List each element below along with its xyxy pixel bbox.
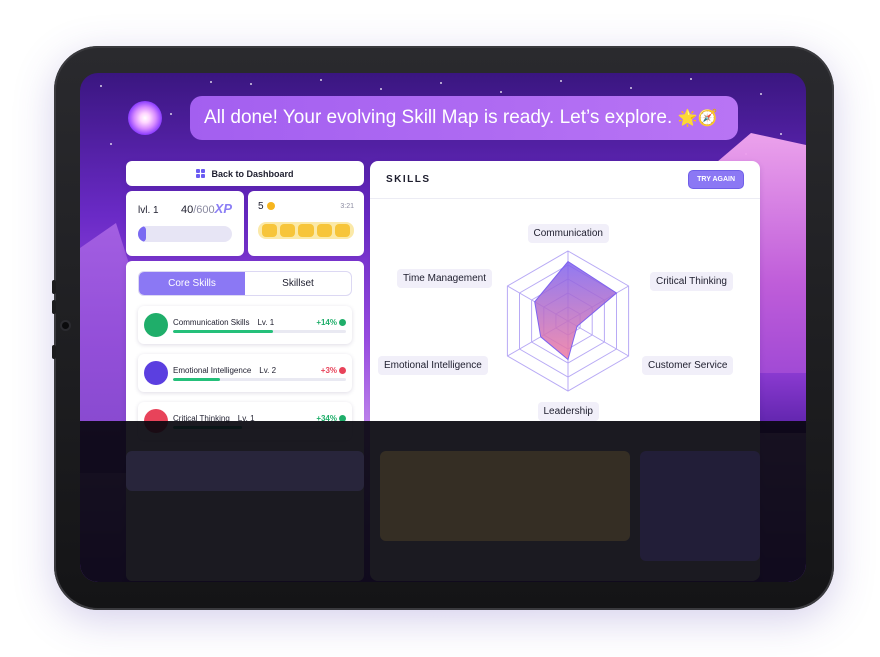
level-card: lvl. 1 40/600XP bbox=[126, 191, 244, 256]
tablet-side-button bbox=[52, 300, 56, 314]
skills-tabs: Core Skills Skillset bbox=[138, 271, 352, 296]
skill-list-item[interactable]: Emotional Intelligence Lv. 2 +3% bbox=[138, 354, 352, 392]
skill-items: Communication Skills Lv. 1 +14% Emotional I… bbox=[138, 306, 352, 440]
chart-title: SKILLS bbox=[386, 174, 431, 185]
skill-progress-bar bbox=[173, 329, 346, 333]
back-to-dashboard-button[interactable]: Back to Dashboard bbox=[126, 161, 364, 186]
coin-icon bbox=[266, 202, 275, 211]
tablet-side-button bbox=[52, 280, 56, 294]
communication-icon bbox=[144, 313, 168, 337]
skill-progress-bar bbox=[173, 377, 346, 381]
radar-axis-label: Critical Thinking bbox=[650, 271, 733, 291]
skill-delta: +14% bbox=[316, 317, 337, 327]
skill-name-wrap: Emotional Intelligence Lv. 2 bbox=[173, 366, 276, 375]
radar-axis-label: Emotional Intelligence bbox=[378, 355, 488, 375]
skill-row: Communication Skills Lv. 1 +14% bbox=[173, 318, 346, 327]
xp-current: 40 bbox=[180, 204, 194, 216]
xp-progress-bar bbox=[138, 226, 232, 242]
skill-name: Emotional Intelligence bbox=[173, 365, 252, 375]
trend-up-icon bbox=[339, 318, 346, 326]
skill-level: Lv. 1 bbox=[257, 317, 275, 327]
assistant-message: All done! Your evolving Skill Map is rea… bbox=[190, 96, 738, 140]
xp-max: /600 bbox=[193, 204, 215, 216]
xp-counter: 40/600XP bbox=[181, 201, 232, 216]
emotional-intelligence-icon bbox=[144, 361, 168, 385]
skill-delta-wrap: +3% bbox=[321, 366, 346, 375]
skill-list-item[interactable]: Communication Skills Lv. 1 +14% bbox=[138, 306, 352, 344]
streak-count: 5 bbox=[258, 201, 264, 212]
skill-progress-fill bbox=[173, 329, 274, 333]
radar-axis-label: Time Management bbox=[397, 268, 492, 288]
stage: All done! Your evolving Skill Map is rea… bbox=[0, 0, 880, 657]
tab-skillset[interactable]: Skillset bbox=[245, 272, 351, 295]
skill-body: Communication Skills Lv. 1 +14% bbox=[173, 318, 346, 333]
skill-body: Emotional Intelligence Lv. 2 +3% bbox=[173, 366, 346, 381]
assistant-message-text: All done! Your evolving Skill Map is rea… bbox=[204, 107, 673, 128]
streak-day bbox=[262, 224, 278, 237]
tablet-camera bbox=[62, 322, 69, 329]
streak-card: 5 3:21 bbox=[248, 191, 364, 256]
tab-core-skills[interactable]: Core Skills bbox=[139, 272, 245, 295]
streak-days-bar bbox=[258, 222, 354, 239]
try-again-button[interactable]: TRY AGAIN bbox=[688, 170, 744, 189]
skill-delta: +3% bbox=[320, 365, 337, 375]
trend-down-icon bbox=[339, 366, 346, 374]
xp-unit: XP bbox=[214, 201, 232, 216]
streak-time: 3:21 bbox=[340, 203, 354, 210]
back-to-dashboard-label: Back to Dashboard bbox=[211, 168, 294, 179]
skill-level: Lv. 2 bbox=[259, 365, 277, 375]
tablet-side-button bbox=[52, 345, 56, 359]
radar-axis-label: Communication bbox=[527, 223, 609, 243]
streak-day bbox=[334, 224, 351, 237]
radar-axis-label: Leadership bbox=[537, 401, 599, 421]
dimmed-overlay bbox=[80, 421, 806, 582]
xp-progress-fill bbox=[138, 226, 146, 242]
streak-day bbox=[316, 224, 332, 237]
skill-row: Emotional Intelligence Lv. 2 +3% bbox=[173, 366, 346, 375]
ghost-panel bbox=[126, 451, 364, 491]
ghost-panel bbox=[640, 451, 760, 561]
assistant-orb-icon[interactable] bbox=[128, 101, 162, 135]
streak-day bbox=[280, 224, 296, 237]
app-screen: All done! Your evolving Skill Map is rea… bbox=[80, 73, 806, 582]
ghost-panel bbox=[380, 451, 630, 541]
sparkle-compass-icon: 🌟🧭 bbox=[677, 110, 718, 127]
skill-name: Communication Skills bbox=[173, 317, 250, 327]
level-label: lvl. 1 bbox=[138, 205, 159, 216]
skill-name-wrap: Communication Skills Lv. 1 bbox=[173, 318, 274, 327]
dashboard-grid-icon bbox=[196, 169, 206, 178]
radar-axis-label: Customer Service bbox=[642, 355, 734, 375]
streak-day bbox=[298, 224, 314, 237]
skill-progress-fill bbox=[173, 377, 220, 381]
skill-delta-wrap: +14% bbox=[316, 318, 346, 327]
